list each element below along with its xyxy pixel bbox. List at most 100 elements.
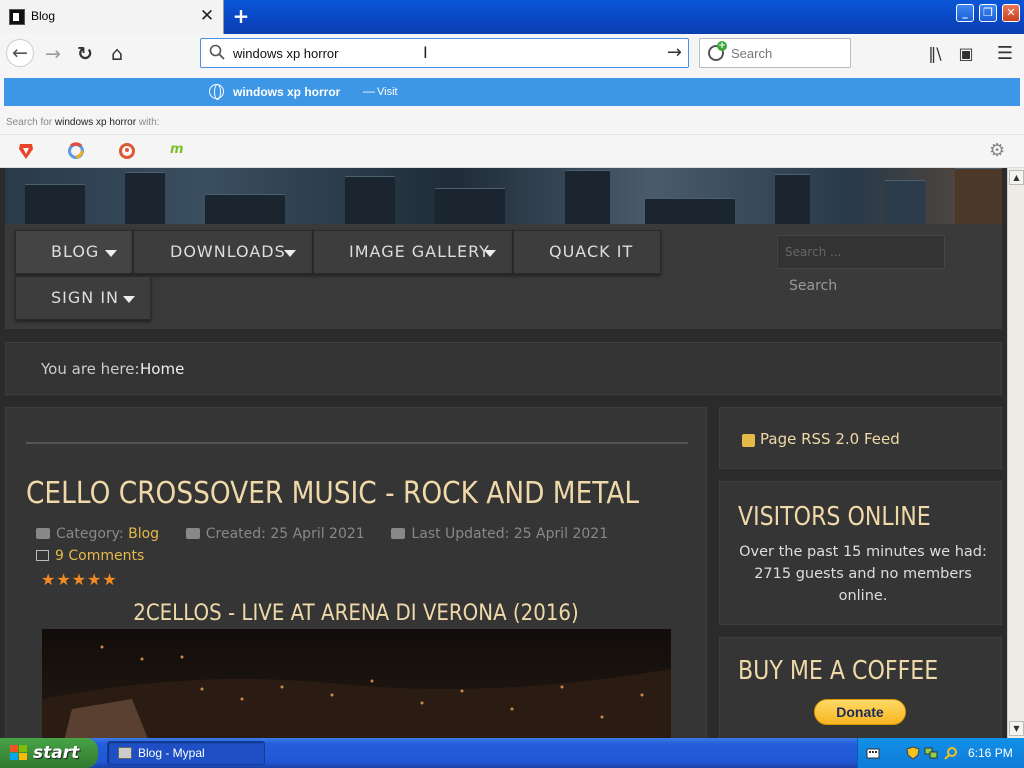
caret-down-icon [284,250,296,257]
article-meta: Category: Blog Created: 25 April 2021 La… [36,526,608,542]
category-link[interactable]: Blog [128,526,159,542]
site-search-input[interactable]: Search ... [777,235,945,269]
site-banner-image [5,168,1002,224]
rss-feed-box: Page RSS 2.0 Feed [719,407,1002,469]
breadcrumb-home-link[interactable]: Home [140,360,184,378]
donate-button[interactable]: Donate [814,699,906,725]
search-engines-row: m ⚙ [0,134,1024,166]
library-icon[interactable]: ‖\ [922,41,948,67]
new-tab-button[interactable]: + [229,4,253,28]
search-icon [209,44,225,60]
browser-titlebar: Blog ✕ + _ ❐ ✕ [0,0,1024,34]
tab-close-icon[interactable]: ✕ [198,6,216,26]
system-tray: 6:16 PM [857,738,1024,768]
taskbar-item-mypal[interactable]: Blog - Mypal [107,741,265,765]
article-title[interactable]: CELLO CROSSOVER MUSIC - ROCK AND METAL [26,476,639,511]
search-for-line: Search for windows xp horror with: [6,117,159,128]
menu-item-image-gallery[interactable]: IMAGE GALLERY [313,230,513,274]
security-shield-icon[interactable] [906,746,920,760]
rss-icon [742,434,755,447]
web-page: BLOG DOWNLOADS IMAGE GALLERY QUACK IT SI… [0,168,1007,738]
scroll-down-icon[interactable]: ▼ [1009,721,1024,736]
menu-item-downloads[interactable]: DOWNLOADS [133,230,313,274]
created-date: Created: 25 April 2021 [205,526,365,542]
visitors-text: Over the past 15 minutes we had: 2715 gu… [739,544,987,604]
text-cursor-icon: I [423,43,428,62]
menu-item-label: BLOG [51,242,100,261]
start-label: start [33,743,80,763]
taskbar-item-label: Blog - Mypal [138,746,205,760]
menu-item-label: DOWNLOADS [170,242,286,261]
search-for-query: windows xp horror [54,117,137,128]
menu-item-label: QUACK IT [549,242,634,261]
suggestion-separator: — [363,84,375,98]
calendar-icon [391,528,406,539]
navigation-toolbar: ← → ↻ ⌂ windows xp horror I → Search ‖\ … [0,34,1024,74]
close-window-button[interactable]: ✕ [1002,4,1020,22]
video-frame-image [42,645,671,738]
back-arrow-icon[interactable]: ← [6,39,34,67]
suggestion-query: windows xp horror [233,85,341,99]
home-icon[interactable]: ⌂ [104,41,130,67]
start-button[interactable]: start [0,738,98,768]
visitors-title: VISITORS ONLINE [738,502,931,532]
search-placeholder: Search [731,46,773,61]
settings-gear-icon[interactable]: ⚙ [989,140,1007,161]
video-player[interactable] [42,629,671,738]
tab-blog[interactable]: Blog ✕ [0,0,224,34]
globe-icon [209,84,224,100]
site-navigation-menu: BLOG DOWNLOADS IMAGE GALLERY QUACK IT SI… [5,224,1002,329]
comments-count: 9 Comments [55,548,145,564]
forward-arrow-icon[interactable]: → [40,41,66,67]
reload-icon[interactable]: ↻ [72,41,98,67]
restore-button[interactable]: ❐ [979,4,997,22]
caret-down-icon [484,250,496,257]
minimize-button[interactable]: _ [956,4,974,22]
keyboard-icon[interactable] [866,746,880,760]
page-scrollbar[interactable]: ▲ ▼ [1007,168,1024,738]
caret-down-icon [105,250,117,257]
menu-item-sign-in[interactable]: SIGN IN [15,276,151,320]
browser-search-field[interactable]: Search [699,38,851,68]
visit-suggestion-row[interactable]: windows xp horror — Visit [4,78,1020,106]
windows-taskbar: start Blog - Mypal 6:16 PM [0,738,1024,768]
updated-date: Last Updated: 25 April 2021 [411,526,609,542]
tab-title: Blog [31,9,56,23]
visit-label: Visit [377,86,398,98]
video-title: 2CELLOS - LIVE AT ARENA DI VERONA (2016) [133,601,579,626]
url-suggestions-dropdown: windows xp horror — Visit Search for win… [0,74,1024,168]
go-arrow-icon[interactable]: → [667,42,682,63]
scroll-up-icon[interactable]: ▲ [1009,170,1024,185]
url-input-value[interactable]: windows xp horror [233,46,339,61]
search-for-suffix: with: [138,117,160,128]
comment-icon [36,550,49,561]
visitors-online-box: VISITORS ONLINE Over the past 15 minutes… [719,481,1002,625]
menu-item-blog[interactable]: BLOG [15,230,133,274]
rss-feed-link[interactable]: Page RSS 2.0 Feed [760,430,900,448]
site-favicon-icon [9,9,25,25]
sidebar-toggle-icon[interactable]: ▣ [953,41,979,67]
hamburger-menu-icon[interactable]: ☰ [992,41,1018,67]
folder-icon [36,528,50,539]
star-rating[interactable]: ★★★★★ [41,570,118,589]
duckduckgo-engine-icon[interactable] [118,142,136,160]
windows-logo-icon [10,745,28,761]
caret-down-icon [123,296,135,303]
system-clock[interactable]: 6:16 PM [968,746,1013,760]
url-bar[interactable]: windows xp horror I → [200,38,689,68]
mojeek-engine-icon[interactable]: m [170,142,188,160]
menu-item-label: SIGN IN [51,288,120,307]
menu-item-quack-it[interactable]: QUACK IT [513,230,661,274]
search-engine-icon [708,41,727,61]
network-icon[interactable] [924,746,938,760]
site-search-button[interactable]: Search [777,270,853,304]
brave-engine-icon[interactable] [17,142,35,160]
article-panel: CELLO CROSSOVER MUSIC - ROCK AND METAL C… [5,407,707,738]
browser-app-icon [118,747,132,759]
comments-link[interactable]: 9 Comments [36,548,144,564]
search-tray-icon[interactable] [944,746,958,760]
breadcrumb-prefix: You are here: [41,360,140,378]
divider [26,442,688,444]
qwant-engine-icon[interactable] [67,142,85,160]
category-label: Category: [56,526,124,542]
